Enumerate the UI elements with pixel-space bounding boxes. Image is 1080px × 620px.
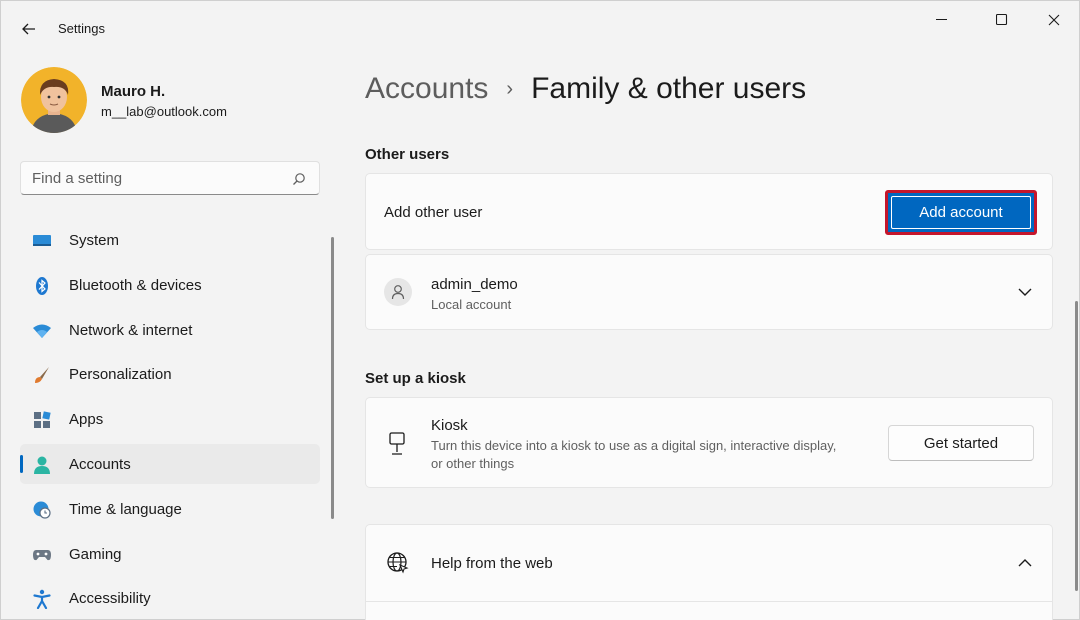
help-title: Help from the web [431,555,553,572]
sidebar-item-bluetooth[interactable]: Bluetooth & devices [20,265,320,305]
person-icon [391,285,405,300]
sidebar-item-label: Time & language [69,500,182,518]
main-scrollbar[interactable] [1075,301,1078,591]
maximize-icon [996,14,1008,26]
settings-window: Settings Mauro H. m__lab@outlook.com Fin… [0,0,1080,620]
sidebar-item-label: Personalization [69,366,172,384]
sidebar-item-system[interactable]: System [20,220,320,260]
chevron-down-icon[interactable] [1017,284,1033,300]
section-title-kiosk: Set up a kiosk [365,370,466,387]
breadcrumb-chevron-icon: › [506,77,514,100]
sidebar-scrollbar[interactable] [331,237,334,519]
sidebar-item-label: System [69,232,120,249]
user-avatar-picture [21,67,87,133]
kiosk-description-line1: Turn this device into a kiosk to use as … [431,438,837,453]
sidebar-item-apps[interactable]: Apps [20,399,320,439]
profile-email: m__lab@outlook.com [101,104,227,119]
sidebar-item-label: Accessibility [69,590,151,608]
accessibility-icon [32,589,52,610]
bluetooth-icon [32,276,52,296]
kiosk-description-line2: or other things [431,456,515,471]
selection-indicator [20,454,23,473]
add-account-button-highlight[interactable]: Add account [885,190,1037,235]
section-title-other-users: Other users [365,146,450,163]
help-card[interactable]: Help from the web [365,524,1053,620]
add-account-button[interactable]: Add account [891,196,1031,229]
kiosk-icon [389,432,405,455]
maximize-button[interactable] [979,9,1025,31]
help-divider [366,601,1052,602]
globe-icon [387,552,409,574]
sidebar-item-time-language[interactable]: Time & language [20,489,320,529]
back-button[interactable] [15,17,43,41]
system-icon [32,231,52,251]
breadcrumb: Accounts › Family & other users [365,69,806,109]
minimize-icon [936,19,947,20]
search-input[interactable] [32,170,282,187]
sidebar-nav: System Bluetooth & devices Network & int… [20,220,320,620]
search-icon[interactable] [291,171,307,187]
sidebar-item-accessibility[interactable]: Accessibility [20,578,320,618]
account-icon [32,455,52,475]
sidebar-item-label: Gaming [69,545,122,563]
add-other-user-label: Add other user [384,204,483,221]
profile-name: Mauro H. [101,83,166,100]
apps-icon [32,410,52,430]
user-card-admin-demo[interactable]: admin_demo Local account [365,254,1053,330]
sidebar-item-network[interactable]: Network & internet [20,310,320,350]
avatar[interactable] [21,67,87,133]
close-button[interactable] [1031,9,1077,31]
user-avatar [384,278,412,306]
breadcrumb-parent[interactable]: Accounts [365,72,488,106]
user-account-type: Local account [431,297,512,312]
get-started-button[interactable]: Get started [888,425,1034,461]
sidebar-item-label: Accounts [69,455,131,473]
user-name: admin_demo [431,276,518,293]
title-bar: Settings [1,1,1079,53]
search-box[interactable] [20,161,320,195]
page-title: Family & other users [531,72,807,105]
wifi-icon [32,321,52,341]
brush-icon [32,365,52,385]
kiosk-title: Kiosk [431,417,468,434]
minimize-button[interactable] [919,9,965,31]
sidebar-item-label: Bluetooth & devices [69,276,202,294]
app-title: Settings [58,21,105,36]
sidebar-item-label: Apps [69,411,104,429]
sidebar-item-accounts[interactable]: Accounts [20,443,320,484]
sidebar-item-gaming[interactable]: Gaming [20,534,320,574]
chevron-up-icon[interactable] [1017,555,1033,571]
sidebar-item-label: Network & internet [69,321,193,339]
clock-globe-icon [32,500,52,520]
sidebar-item-personalization[interactable]: Personalization [20,354,320,394]
gamepad-icon [32,545,52,565]
back-arrow-icon [22,23,35,35]
close-icon [1048,14,1060,26]
